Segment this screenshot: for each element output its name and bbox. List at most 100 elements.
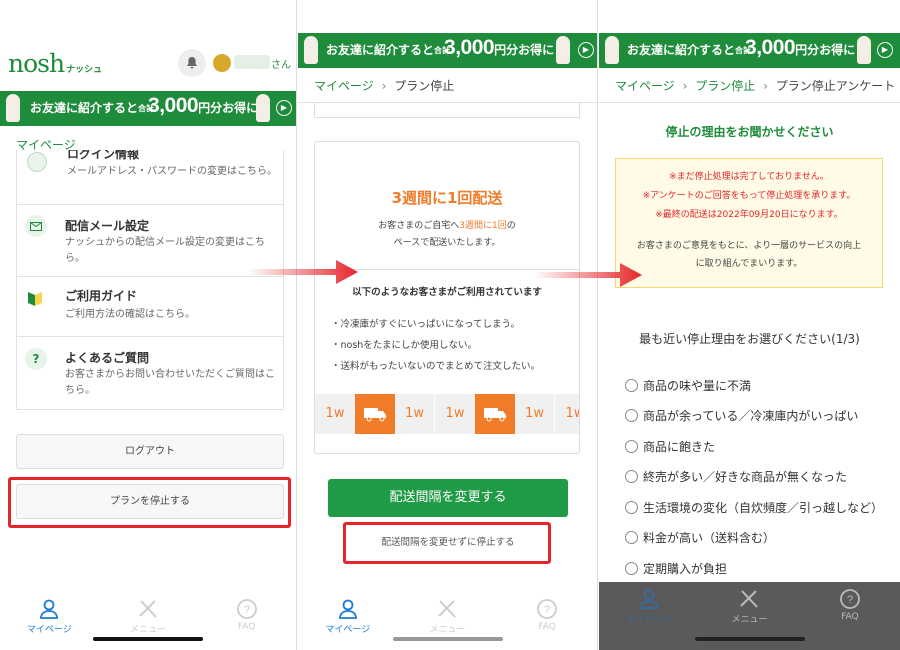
help-icon: ? [537, 599, 558, 619]
person-icon [40, 599, 59, 619]
breadcrumb-current: プラン停止アンケート [775, 79, 896, 93]
panel-mypage: nosh ナッシュ さん お友達に紹介すると合計3,000円分お得に ▶ マイペ… [0, 0, 297, 650]
breadcrumb-mypage[interactable]: マイページ [314, 79, 374, 93]
tab-faq[interactable]: ? FAQ [512, 598, 582, 632]
logo-text: nosh [8, 49, 65, 78]
referral-banner[interactable]: お友達に紹介すると合計3,000円分お得に ▶ [599, 33, 900, 68]
utensils-icon [438, 600, 457, 618]
play-icon: ▶ [578, 42, 594, 58]
tab-mypage[interactable]: マイページ [614, 588, 684, 625]
character-right-icon [556, 36, 570, 64]
option-6[interactable]: 定期購入が負担 [625, 553, 895, 584]
character-left-icon [605, 36, 619, 64]
avatar[interactable] [213, 54, 231, 72]
referral-banner[interactable]: お友達に紹介すると合計3,000円分お得に ▶ [298, 33, 597, 68]
question-text: 最も近い停止理由をお選びください(1/3) [639, 332, 860, 346]
banner-text: お友達に紹介すると合計3,000円分お得に [30, 94, 259, 117]
bullet-list: ・冷凍庫がすぐにいっぱいになってしまう。 ・noshをたまにしか使用しない。 ・… [331, 314, 540, 377]
person-icon [640, 589, 659, 609]
option-1[interactable]: 商品が余っている／冷凍庫内がいっぱい [625, 401, 895, 432]
breadcrumb-plan-stop[interactable]: プラン停止 [695, 79, 755, 93]
change-interval-button[interactable]: 配送間隔を変更する [328, 479, 568, 517]
highlight-stop-plan [8, 477, 291, 528]
breadcrumb-sep: › [381, 79, 387, 93]
bullet-item: ・noshをたまにしか使用しない。 [331, 340, 478, 351]
radio-circle[interactable] [625, 531, 638, 545]
bell-icon [187, 57, 197, 69]
breadcrumb: マイページ › プラン停止 [314, 77, 454, 94]
user-suffix: さん [271, 60, 291, 71]
panel-plan-stop: お友達に紹介すると合計3,000円分お得に ▶ マイページ › プラン停止 3週… [298, 0, 598, 650]
radio-circle[interactable] [625, 470, 638, 484]
option-2[interactable]: 商品に飽きた [625, 431, 895, 462]
menu-title: ログイン情報 [67, 150, 140, 161]
menu-desc: ナッシュからの配信メール設定の変更はこちら。 [65, 237, 265, 264]
question-icon: ? [25, 348, 47, 370]
option-5[interactable]: 料金が高い（送料含む） [625, 523, 895, 554]
tab-menu[interactable]: メニュー [113, 598, 183, 635]
tab-menu[interactable]: メニュー [412, 598, 482, 635]
character-right-icon [857, 36, 871, 64]
menu-item-mail[interactable]: 配信メール設定 ナッシュからの配信メール設定の変更はこちら。 [17, 205, 283, 277]
tab-faq[interactable]: ? FAQ [815, 588, 885, 622]
svg-text:?: ? [244, 604, 250, 616]
notice-line: ※まだ停止処理は完了しておりません。 [669, 172, 829, 182]
tab-menu[interactable]: メニュー [714, 588, 784, 625]
help-icon: ? [236, 599, 257, 619]
radio-circle[interactable] [625, 409, 638, 423]
menu-desc: メールアドレス・パスワードの変更はこちら。 [67, 166, 277, 177]
referral-banner[interactable]: お友達に紹介すると合計3,000円分お得に ▶ [0, 91, 296, 126]
utensils-icon [740, 590, 759, 608]
timeline: 1w 1w 1w 1w 1w [315, 394, 579, 434]
bullet-item: ・送料がもったいないのでまとめて注文したい。 [331, 361, 541, 372]
breadcrumb-current: プラン停止 [394, 79, 455, 93]
panel-survey: お友達に紹介すると合計3,000円分お得に ▶ マイページ › プラン停止 › … [599, 0, 900, 650]
menu-item-login[interactable]: ログイン情報 メールアドレス・パスワードの変更はこちら。 [17, 150, 283, 205]
menu-list: ログイン情報 メールアドレス・パスワードの変更はこちら。 配信メール設定 ナッシ… [16, 150, 284, 410]
option-4[interactable]: 生活環境の変化（自炊頻度／引っ越しなど） [625, 492, 895, 523]
notice-line: ※アンケートのご回答をもって停止処理を承ります。 [642, 191, 856, 201]
arrow-right-icon [534, 263, 642, 287]
radio-circle[interactable] [625, 378, 638, 392]
logout-button[interactable]: ログアウト [16, 434, 284, 469]
banner-text: お友達に紹介すると合計3,000円分お得に [326, 36, 555, 59]
nosh-logo[interactable]: nosh ナッシュ [8, 49, 102, 78]
utensils-icon [139, 600, 157, 618]
home-indicator [392, 637, 503, 641]
divider [599, 102, 900, 103]
play-icon: ▶ [877, 42, 893, 58]
tab-faq[interactable]: ? FAQ [212, 598, 282, 632]
menu-desc: ご利用方法の確認はこちら。 [65, 309, 195, 320]
plan-card: 3週間に1回配送 お客さまのご自宅へ3週間に1回の ペースで配送いたします。 以下… [314, 141, 580, 454]
truck-icon [484, 408, 506, 422]
breadcrumb-mypage[interactable]: マイページ [615, 79, 675, 93]
tab-mypage[interactable]: マイページ [313, 598, 383, 635]
timeline-truck [475, 394, 515, 434]
menu-item-faq[interactable]: ? よくあるご質問 お客さまからお問い合わせいただくご質問はこちら。 [17, 337, 283, 409]
svg-text:?: ? [847, 594, 853, 606]
notice-line: ※最終の配送は2022年09月20日になります。 [655, 210, 843, 220]
timeline-truck [355, 394, 395, 434]
tab-mypage[interactable]: マイページ [14, 598, 84, 635]
option-3[interactable]: 終売が多い／好きな商品が無くなった [625, 462, 895, 493]
menu-title: よくあるご質問 [65, 351, 150, 365]
character-right-icon [256, 94, 270, 122]
radio-circle[interactable] [625, 500, 638, 514]
option-0[interactable]: 商品の味や量に不満 [625, 370, 895, 401]
option-list: 商品の味や量に不満 商品が余っている／冷凍庫内がいっぱい 商品に飽きた 終売が多… [625, 370, 895, 584]
truck-icon [364, 408, 386, 422]
menu-item-guide[interactable]: ご利用ガイド ご利用方法の確認はこちら。 [17, 277, 283, 337]
menu-desc: お客さまからお問い合わせいただくご質問はこちら。 [65, 369, 275, 396]
home-indicator [93, 637, 203, 641]
logo-sub: ナッシュ [66, 65, 103, 75]
notice-body: お客さまのご意見をもとに、より一層のサービスの向上 に取り組んでまいります。 [636, 241, 862, 269]
timeline-week: 1w [435, 394, 475, 434]
highlight-stop-link [343, 522, 551, 564]
prev-card-bottom [314, 103, 580, 118]
timeline-week: 1w [555, 394, 579, 434]
radio-circle[interactable] [625, 439, 638, 453]
bell-button[interactable] [178, 49, 206, 77]
breadcrumb: マイページ › プラン停止 › プラン停止アンケート [615, 77, 895, 94]
timeline-week: 1w [315, 394, 355, 434]
radio-circle[interactable] [625, 561, 638, 575]
